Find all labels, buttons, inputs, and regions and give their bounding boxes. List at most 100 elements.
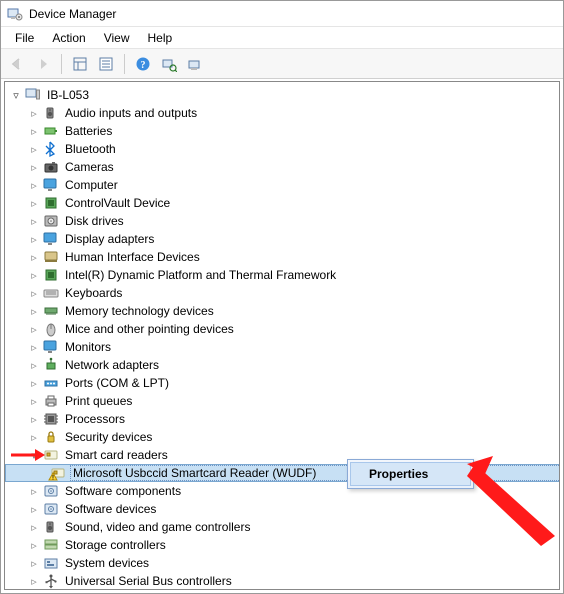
expander-icon[interactable]: [27, 340, 41, 354]
add-legacy-button[interactable]: [183, 52, 207, 76]
tree-item[interactable]: Network adapters: [5, 356, 559, 374]
expander-icon[interactable]: [27, 124, 41, 138]
expander-icon[interactable]: [27, 142, 41, 156]
expander-icon[interactable]: [27, 556, 41, 570]
menu-action[interactable]: Action: [44, 29, 93, 47]
tree-item-label: Microsoft Usbccid Smartcard Reader (WUDF…: [70, 465, 560, 481]
expander-icon[interactable]: [27, 520, 41, 534]
tree-item[interactable]: Sound, video and game controllers: [5, 518, 559, 536]
back-button[interactable]: [5, 52, 29, 76]
expander-icon[interactable]: [27, 160, 41, 174]
tree-item[interactable]: Cameras: [5, 158, 559, 176]
tree-item-label: Storage controllers: [63, 538, 168, 552]
expander-icon[interactable]: [27, 196, 41, 210]
menu-file[interactable]: File: [7, 29, 42, 47]
tree-child-item[interactable]: Microsoft Usbccid Smartcard Reader (WUDF…: [5, 464, 559, 482]
tree-item[interactable]: Universal Serial Bus controllers: [5, 572, 559, 590]
device-tree-panel[interactable]: IB-L053 Audio inputs and outputs Batteri…: [4, 81, 560, 590]
tree-item-label: Software devices: [63, 502, 158, 516]
tree-item[interactable]: Software components: [5, 482, 559, 500]
app-icon: [7, 6, 23, 22]
usb-icon: [43, 573, 59, 589]
tree-item-label: Print queues: [63, 394, 134, 408]
mouse-icon: [43, 321, 59, 337]
expander-icon[interactable]: [27, 214, 41, 228]
context-menu: Properties: [347, 459, 474, 489]
tree-item[interactable]: Audio inputs and outputs: [5, 104, 559, 122]
show-hidden-button[interactable]: [68, 52, 92, 76]
expander-icon[interactable]: [27, 178, 41, 192]
tree-item[interactable]: Batteries: [5, 122, 559, 140]
menu-view[interactable]: View: [96, 29, 138, 47]
security-icon: [43, 429, 59, 445]
tree-item[interactable]: Bluetooth: [5, 140, 559, 158]
battery-icon: [43, 123, 59, 139]
tree-item-label: System devices: [63, 556, 151, 570]
tree-item[interactable]: Storage controllers: [5, 536, 559, 554]
software-icon: [43, 483, 59, 499]
computer-icon: [25, 87, 41, 103]
tree-item[interactable]: Monitors: [5, 338, 559, 356]
expander-icon[interactable]: [27, 286, 41, 300]
expander-icon[interactable]: [27, 268, 41, 282]
system-icon: [43, 555, 59, 571]
expander-icon[interactable]: [27, 502, 41, 516]
keyboard-icon: [43, 285, 59, 301]
tree-item[interactable]: Intel(R) Dynamic Platform and Thermal Fr…: [5, 266, 559, 284]
tree-item[interactable]: Ports (COM & LPT): [5, 374, 559, 392]
expander-icon[interactable]: [27, 322, 41, 336]
expander-icon[interactable]: [27, 304, 41, 318]
tree-item[interactable]: Processors: [5, 410, 559, 428]
software-icon: [43, 501, 59, 517]
tree-item[interactable]: Human Interface Devices: [5, 248, 559, 266]
tree-item[interactable]: Memory technology devices: [5, 302, 559, 320]
expander-icon[interactable]: [27, 448, 41, 462]
tree-item[interactable]: Keyboards: [5, 284, 559, 302]
expander-icon[interactable]: [27, 430, 41, 444]
expander-icon[interactable]: [27, 358, 41, 372]
expander-icon[interactable]: [27, 250, 41, 264]
disk-icon: [43, 213, 59, 229]
tree-item[interactable]: Mice and other pointing devices: [5, 320, 559, 338]
expander-icon[interactable]: [27, 232, 41, 246]
expander-icon[interactable]: [27, 394, 41, 408]
forward-button[interactable]: [31, 52, 55, 76]
expander-icon[interactable]: [27, 484, 41, 498]
chip-icon: [43, 267, 59, 283]
expander-icon[interactable]: [27, 106, 41, 120]
camera-icon: [43, 159, 59, 175]
device-tree[interactable]: IB-L053 Audio inputs and outputs Batteri…: [5, 82, 559, 590]
tree-item[interactable]: Display adapters: [5, 230, 559, 248]
expander-icon[interactable]: [27, 376, 41, 390]
monitor-icon: [43, 231, 59, 247]
scan-button[interactable]: [157, 52, 181, 76]
titlebar: Device Manager: [1, 1, 563, 27]
expander-icon[interactable]: [27, 412, 41, 426]
tree-item-label: Smart card readers: [63, 448, 170, 462]
tree-item[interactable]: Security devices: [5, 428, 559, 446]
expander-icon[interactable]: [27, 538, 41, 552]
tree-item[interactable]: Disk drives: [5, 212, 559, 230]
help-button[interactable]: ?: [131, 52, 155, 76]
bluetooth-icon: [43, 141, 59, 157]
properties-button[interactable]: [94, 52, 118, 76]
tree-item[interactable]: Software devices: [5, 500, 559, 518]
tree-root[interactable]: IB-L053: [5, 86, 559, 104]
tree-item[interactable]: ControlVault Device: [5, 194, 559, 212]
tree-item[interactable]: Print queues: [5, 392, 559, 410]
menu-help[interactable]: Help: [140, 29, 181, 47]
toolbar: ?: [1, 49, 563, 79]
ctx-properties[interactable]: Properties: [350, 462, 471, 486]
tree-item[interactable]: Computer: [5, 176, 559, 194]
tree-item[interactable]: Smart card readers: [5, 446, 559, 464]
network-icon: [43, 357, 59, 373]
expander-icon[interactable]: [9, 88, 23, 102]
tree-item-label: Sound, video and game controllers: [63, 520, 252, 534]
expander-icon[interactable]: [27, 574, 41, 588]
tree-item-label: Bluetooth: [63, 142, 118, 156]
tree-item-label: Cameras: [63, 160, 116, 174]
monitor-icon: [43, 339, 59, 355]
chip-icon: [43, 195, 59, 211]
tree-item[interactable]: System devices: [5, 554, 559, 572]
tree-item-label: Software components: [63, 484, 183, 498]
